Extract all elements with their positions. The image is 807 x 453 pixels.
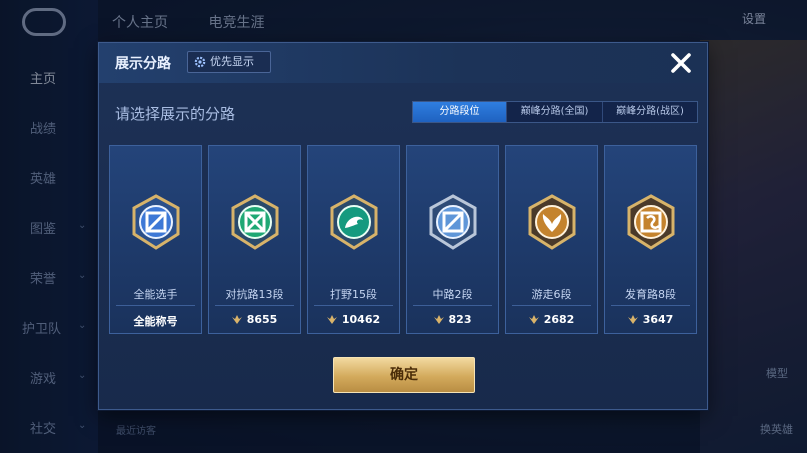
- lane-value: 10462: [308, 313, 399, 326]
- priority-label: 优先显示: [210, 55, 254, 68]
- lane-value-text: 823: [448, 313, 472, 326]
- lane-role: 中路2段: [432, 288, 473, 301]
- divider: [512, 305, 591, 306]
- close-icon[interactable]: [667, 49, 695, 77]
- lane-value-text: 2682: [543, 313, 575, 326]
- all-round-emblem-icon: [132, 194, 180, 250]
- roam-emblem-icon: [528, 194, 576, 250]
- lane-value-text: 8655: [246, 313, 278, 326]
- lane-card-mid[interactable]: 中路2段 823: [406, 145, 499, 334]
- peak-score-icon: [231, 315, 242, 324]
- dialog-subtitle: 请选择展示的分路: [115, 105, 236, 123]
- lane-value: 2682: [506, 313, 597, 326]
- farm-lane-emblem-icon: [627, 194, 675, 250]
- dialog-header: 展示分路 优先显示: [99, 43, 707, 83]
- divider: [413, 305, 492, 306]
- lane-display-dialog: 展示分路 优先显示 请选择展示的分路 分路段位 巅峰分路(全国) 巅峰分路(战区…: [98, 42, 708, 410]
- lane-tabs: 分路段位 巅峰分路(全国) 巅峰分路(战区): [412, 101, 698, 123]
- lane-value: 8655: [209, 313, 300, 326]
- clash-lane-emblem-icon: [231, 194, 279, 250]
- lane-value: 3647: [605, 313, 696, 326]
- peak-score-icon: [326, 315, 337, 324]
- divider: [215, 305, 294, 306]
- tab-peak-region[interactable]: 巅峰分路(战区): [603, 102, 697, 122]
- divider: [611, 305, 690, 306]
- mid-lane-emblem-icon: [429, 194, 477, 250]
- peak-score-icon: [627, 315, 638, 324]
- confirm-button[interactable]: 确定: [333, 357, 475, 393]
- lane-role: 对抗路13段: [225, 288, 284, 301]
- dialog-title: 展示分路: [115, 56, 171, 72]
- peak-score-icon: [528, 315, 539, 324]
- divider: [314, 305, 393, 306]
- peak-score-icon: [433, 315, 444, 324]
- lane-value: 823: [407, 313, 498, 326]
- lane-role: 全能选手: [133, 288, 178, 301]
- lane-card-allround[interactable]: 全能选手 全能称号: [109, 145, 202, 334]
- lane-card-farm[interactable]: 发育路8段 3647: [604, 145, 697, 334]
- divider: [116, 305, 195, 306]
- priority-display-button[interactable]: 优先显示: [187, 51, 271, 73]
- lane-role: 打野15段: [330, 288, 377, 301]
- lane-card-jungle[interactable]: 打野15段 10462: [307, 145, 400, 334]
- gear-icon: [194, 56, 206, 68]
- lane-card-roam[interactable]: 游走6段 2682: [505, 145, 598, 334]
- lane-value-text: 3647: [642, 313, 674, 326]
- lane-role: 发育路8段: [625, 288, 676, 301]
- lane-card-clash[interactable]: 对抗路13段 8655: [208, 145, 301, 334]
- lane-value-text: 10462: [341, 313, 381, 326]
- jungle-emblem-icon: [330, 194, 378, 250]
- lane-value: 全能称号: [110, 313, 201, 329]
- tab-peak-national[interactable]: 巅峰分路(全国): [507, 102, 603, 122]
- tab-lane-rank[interactable]: 分路段位: [413, 102, 507, 122]
- lane-value-text: 全能称号: [133, 315, 178, 328]
- lane-role: 游走6段: [531, 288, 572, 301]
